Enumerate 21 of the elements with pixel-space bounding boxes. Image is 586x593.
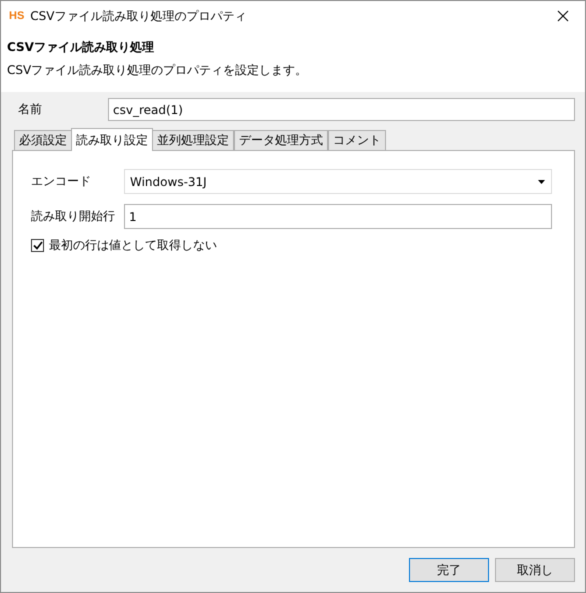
checkbox[interactable] (31, 239, 44, 252)
caret-icon (538, 180, 545, 184)
name-field[interactable]: csv_read(1) (108, 98, 575, 121)
tab[interactable]: コメント (328, 130, 386, 151)
tab[interactable]: データ処理方式 (234, 130, 328, 151)
window-title: CSVファイル読み取り処理のプロパティ (30, 8, 248, 24)
close-icon (557, 10, 569, 22)
tab[interactable]: 読み取り設定 (71, 128, 153, 151)
field-label: エンコード (31, 173, 92, 190)
name-label: 名前 (17, 101, 43, 118)
header-description: CSVファイル読み取り処理のプロパティを設定します。 (7, 62, 308, 79)
dialog-button[interactable]: 完了 (409, 558, 489, 582)
input-field[interactable]: 1 (124, 204, 552, 229)
tab[interactable]: 必須設定 (14, 130, 72, 151)
header-title: CSVファイル読み取り処理 (7, 39, 155, 56)
checkbox-label: 最初の行は値として取得しない (49, 237, 217, 254)
dialog-button[interactable]: 取消し (495, 558, 575, 582)
tab[interactable]: 並列処理設定 (152, 130, 234, 151)
app-logo: HS (9, 10, 24, 22)
field-label: 読み取り開始行 (31, 208, 116, 225)
dropdown[interactable]: Windows-31J (124, 169, 552, 194)
